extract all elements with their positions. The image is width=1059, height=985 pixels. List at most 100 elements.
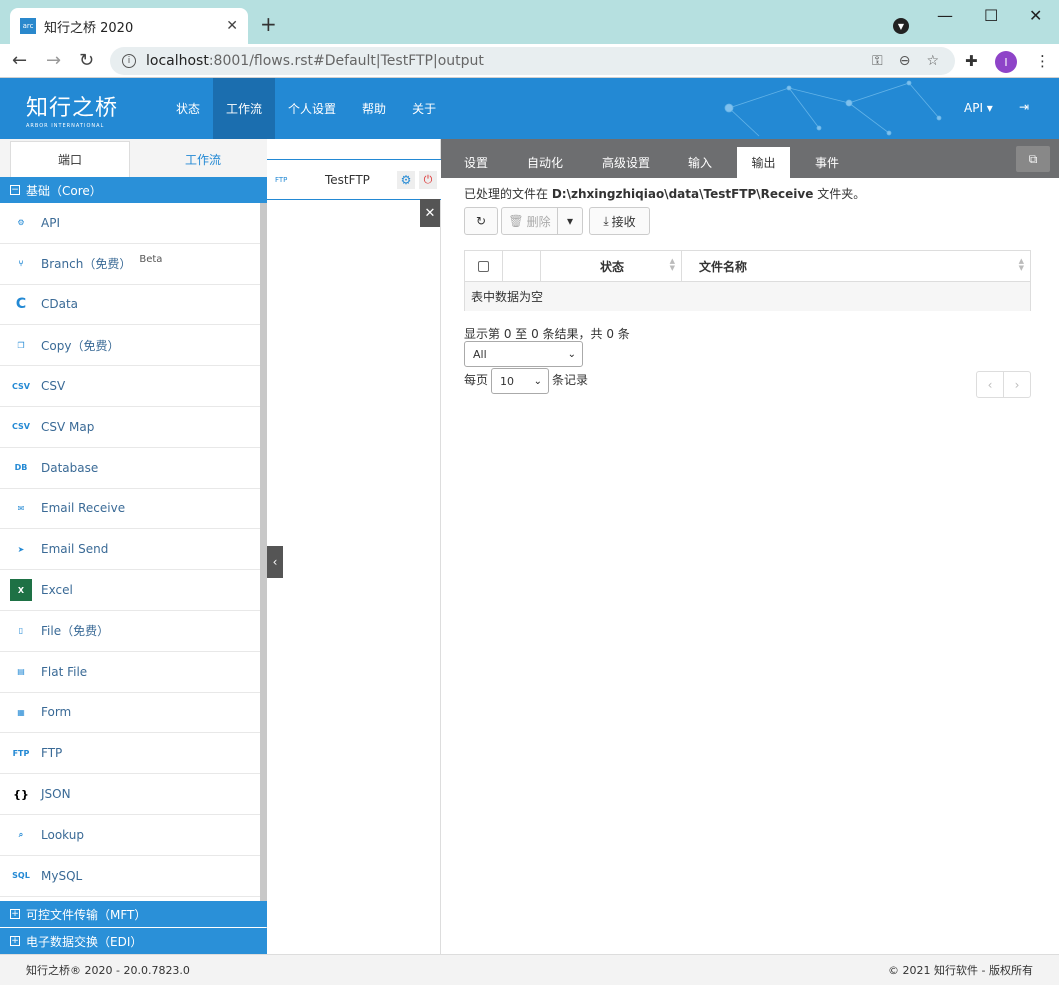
close-icon[interactable]: ✕ [420, 199, 440, 227]
gear-icon[interactable]: ⚙ [397, 170, 415, 189]
browser-tab[interactable]: arc 知行之桥 2020 ✕ [10, 8, 248, 44]
tab-ports[interactable]: 端口 [10, 141, 130, 177]
connector-item[interactable]: CSV CSV [0, 366, 260, 407]
back-icon[interactable]: ← [12, 50, 27, 71]
prev-page-icon[interactable]: ‹ [977, 372, 1004, 397]
scrollbar-thumb[interactable] [260, 203, 267, 901]
connector-item[interactable]: ⚙ API [0, 203, 260, 244]
connector-item[interactable]: ❐ Copy（免费） [0, 325, 260, 367]
beta-badge: Beta [139, 254, 163, 266]
column-status[interactable]: 状态 ▲ ▼ [541, 251, 682, 282]
connector-item[interactable]: SQL MySQL [0, 856, 260, 897]
tab-settings[interactable]: 设置 [453, 147, 499, 178]
connector-item[interactable]: {} JSON [0, 774, 260, 815]
connector-item[interactable]: ⌕ Lookup [0, 815, 260, 856]
flat-file-icon: ▤ [17, 667, 25, 677]
connector-item[interactable]: ⑂ Branch（免费） Beta [0, 244, 260, 285]
profile-menu-icon[interactable]: ▼ [893, 18, 909, 34]
per-page-prefix: 每页 [464, 373, 489, 387]
form-icon: ▦ [17, 707, 25, 717]
logo-subtext: ARBOR INTERNATIONAL [26, 123, 105, 129]
window-close-icon[interactable]: ✕ [1029, 6, 1042, 25]
tab-events[interactable]: 事件 [804, 147, 850, 178]
receive-button[interactable]: ⤓ 接收 [589, 207, 650, 235]
tab-automation[interactable]: 自动化 [515, 147, 575, 178]
flow-node-label: TestFTP [325, 172, 370, 187]
delete-dropdown-button[interactable]: ▾ [557, 207, 583, 235]
trash-icon: 🗑 [508, 214, 524, 228]
database-icon: DB [14, 463, 28, 473]
select-all-checkbox[interactable] [478, 261, 489, 272]
caret-down-icon: ▾ [566, 214, 574, 228]
connector-item[interactable]: ✉ Email Receive [0, 489, 260, 530]
column-filename[interactable]: 文件名称 ▲ ▼ [682, 251, 1030, 282]
csv-icon: CSV [12, 381, 30, 391]
zoom-icon[interactable]: ⊖ [899, 53, 911, 69]
sort-icon: ▲ ▼ [1018, 257, 1024, 272]
nav-about[interactable]: 关于 [399, 78, 449, 139]
empty-row: 表中数据为空 [465, 282, 1030, 311]
connector-item[interactable]: CSV CSV Map [0, 407, 260, 448]
page-size-select[interactable]: 10 ⌄ [491, 368, 549, 394]
connector-label: CSV Map [41, 419, 95, 434]
processed-folder-text: 已处理的文件在 D:\zhxingzhiqiao\data\TestFTP\Re… [464, 185, 865, 202]
connector-item[interactable]: DB Database [0, 448, 260, 489]
browser-toolbar: ← → ↻ i localhost:8001/flows.rst#Default… [0, 44, 1059, 78]
tab-workflows[interactable]: 工作流 [143, 141, 263, 177]
reload-icon[interactable]: ↻ [79, 50, 94, 71]
site-info-icon[interactable]: i [122, 54, 136, 68]
group-edi-label: 电子数据交换（EDI） [26, 934, 143, 949]
connector-label: Excel [41, 583, 73, 598]
tab-advanced[interactable]: 高级设置 [591, 147, 661, 178]
email-receive-icon: ✉ [17, 503, 25, 513]
group-edi[interactable]: + 电子数据交换（EDI） [0, 928, 267, 954]
connector-item[interactable]: X Excel [0, 570, 260, 611]
collapse-panel-icon[interactable]: ‹ [267, 546, 283, 578]
connector-item[interactable]: ▤ Flat File [0, 652, 260, 693]
tab-input[interactable]: 输入 [677, 147, 723, 178]
app-logo[interactable]: 知行之桥 ARBOR INTERNATIONAL [26, 90, 118, 129]
connector-label: Copy（免费） [41, 338, 120, 353]
connector-list: ⚙ API ⑂ Branch（免费） Beta C CData ❐ Copy（免费） CSV CSV… [0, 203, 260, 901]
tab-output[interactable]: 输出 [737, 147, 790, 178]
avatar[interactable]: I [995, 51, 1017, 73]
delete-label: 删除 [526, 214, 551, 229]
api-menu[interactable]: API ▾ [964, 101, 993, 115]
browser-menu-icon[interactable]: ⋮ [1035, 52, 1050, 70]
new-tab-icon[interactable]: + [260, 12, 277, 36]
logout-icon[interactable]: ⇥ [1019, 100, 1029, 114]
popout-icon[interactable]: ⧉ [1016, 146, 1050, 172]
nav-workflow[interactable]: 工作流 [213, 78, 276, 139]
connector-item[interactable]: FTP FTP [0, 733, 260, 775]
sidebar-scrollbar[interactable] [260, 203, 267, 901]
group-mft-label: 可控文件传输（MFT） [26, 907, 147, 922]
address-bar[interactable]: i localhost:8001/flows.rst#Default|TestF… [110, 47, 955, 75]
next-page-icon[interactable]: › [1004, 372, 1030, 397]
connector-label: JSON [41, 787, 71, 802]
key-icon[interactable]: ⚿ [872, 53, 883, 69]
download-icon: ⤓ [603, 213, 609, 228]
delete-button[interactable]: 🗑 删除 [501, 207, 558, 235]
refresh-button[interactable]: ↻ [464, 207, 498, 235]
minimize-icon[interactable]: — [937, 6, 953, 25]
collapse-icon: − [10, 185, 20, 195]
connector-item[interactable]: ▯ File（免费） [0, 611, 260, 652]
maximize-icon[interactable]: ☐ [984, 6, 998, 25]
group-core[interactable]: − 基础（Core） [0, 177, 267, 203]
nav-help[interactable]: 帮助 [349, 78, 399, 139]
chevron-down-icon: ⌄ [567, 348, 576, 360]
tab-close-icon[interactable]: ✕ [226, 18, 238, 34]
connector-item[interactable]: ▦ Form [0, 693, 260, 734]
bookmark-star-icon[interactable]: ☆ [926, 53, 939, 69]
nav-status[interactable]: 状态 [163, 78, 213, 139]
extensions-icon[interactable]: ✚ [965, 52, 978, 70]
forward-icon[interactable]: → [46, 50, 61, 71]
status-filter-select[interactable]: All ⌄ [464, 341, 583, 367]
connector-item[interactable]: C CData [0, 285, 260, 326]
group-mft[interactable]: + 可控文件传输（MFT） [0, 901, 267, 927]
nav-personal-settings[interactable]: 个人设置 [275, 78, 349, 139]
flow-node-testftp[interactable]: FTP TestFTP ⚙ ⏻ [267, 159, 441, 200]
connector-item[interactable]: ➤ Email Send [0, 529, 260, 571]
connector-label: File（免费） [41, 624, 110, 639]
power-icon[interactable]: ⏻ [419, 170, 437, 189]
